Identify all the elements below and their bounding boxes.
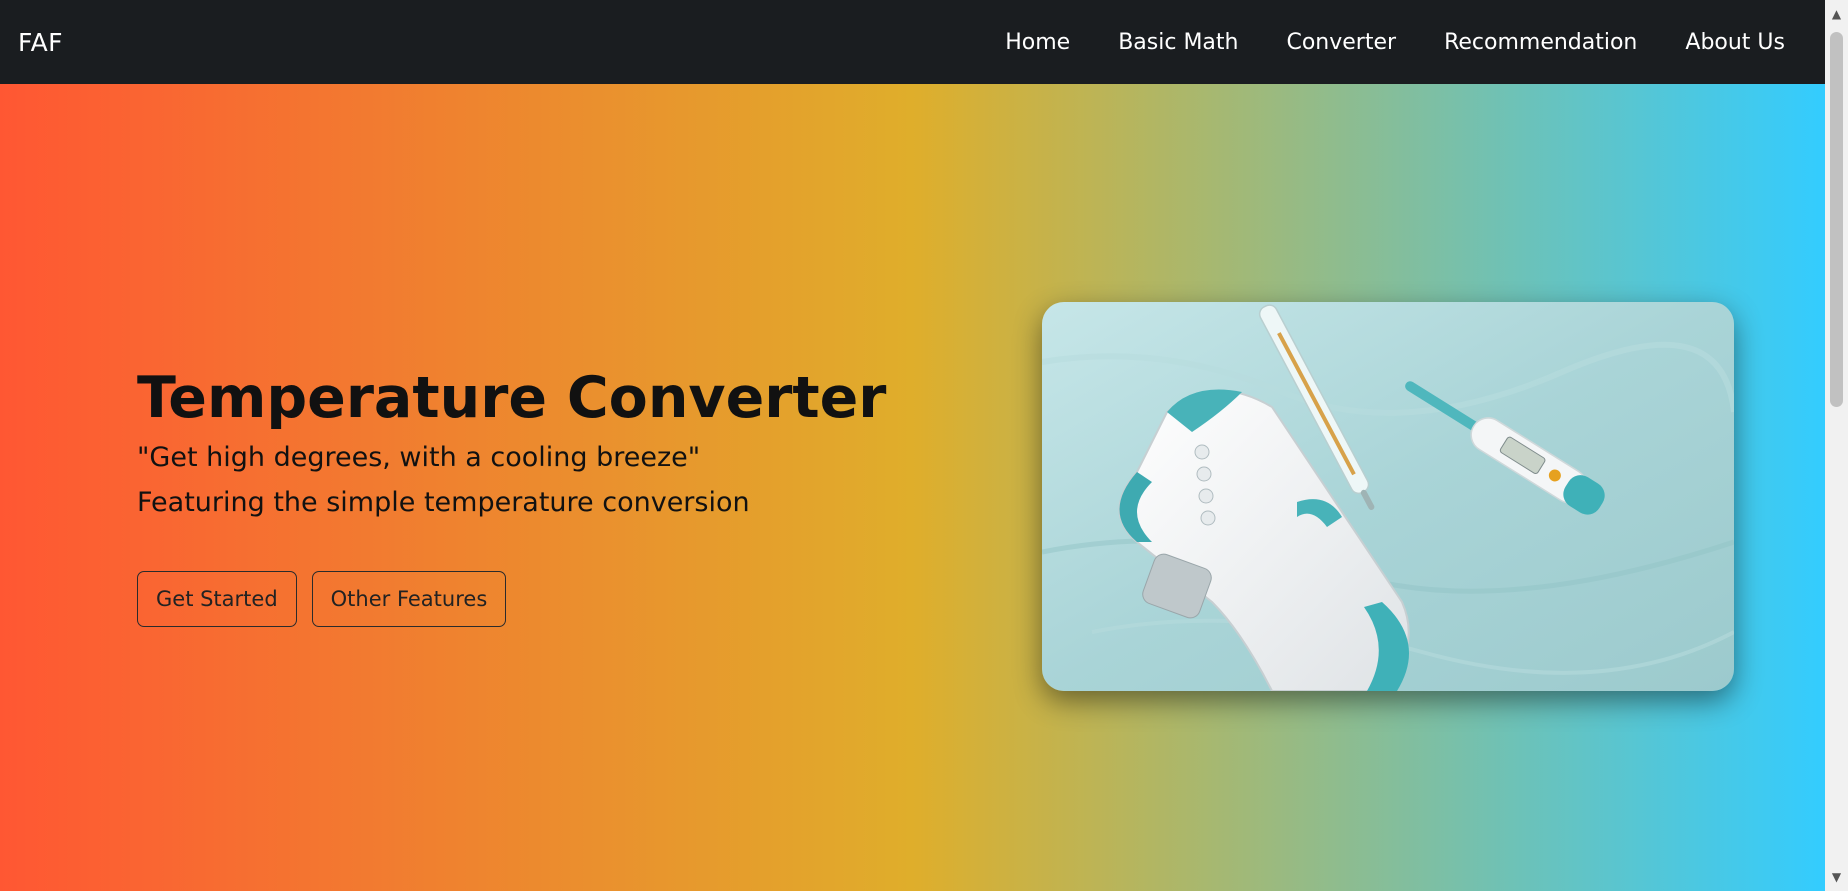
nav-link-converter[interactable]: Converter [1286, 30, 1396, 55]
get-started-button[interactable]: Get Started [137, 571, 297, 628]
nav-link-about-us[interactable]: About Us [1685, 30, 1785, 55]
nav-link-home[interactable]: Home [1005, 30, 1070, 55]
brand-logo[interactable]: FAF [18, 0, 63, 84]
chevron-down-icon[interactable]: ▼ [1825, 867, 1848, 887]
hero-quote: "Get high degrees, with a cooling breeze… [137, 442, 701, 474]
other-features-button[interactable]: Other Features [311, 571, 507, 628]
hero-image [1042, 302, 1734, 691]
hero-section: Temperature Converter "Get high degrees,… [0, 84, 1825, 891]
page-viewport: FAF Home Basic Math Converter Recommenda… [0, 0, 1825, 891]
nav-links: Home Basic Math Converter Recommendation… [957, 0, 1785, 84]
navbar: FAF Home Basic Math Converter Recommenda… [0, 0, 1825, 84]
scrollbar-thumb[interactable] [1830, 32, 1843, 407]
nav-link-basic-math[interactable]: Basic Math [1118, 30, 1238, 55]
nav-link-recommendation[interactable]: Recommendation [1444, 30, 1637, 55]
thermometers-illustration [1042, 302, 1734, 691]
hero-title: Temperature Converter [137, 365, 887, 431]
hero-subtitle: Featuring the simple temperature convers… [137, 486, 750, 518]
hero-text: Temperature Converter "Get high degrees,… [137, 364, 937, 628]
scrollbar[interactable]: ▲ ▼ [1825, 0, 1848, 891]
hero-buttons: Get Started Other Features [137, 571, 937, 628]
chevron-up-icon[interactable]: ▲ [1825, 4, 1848, 24]
